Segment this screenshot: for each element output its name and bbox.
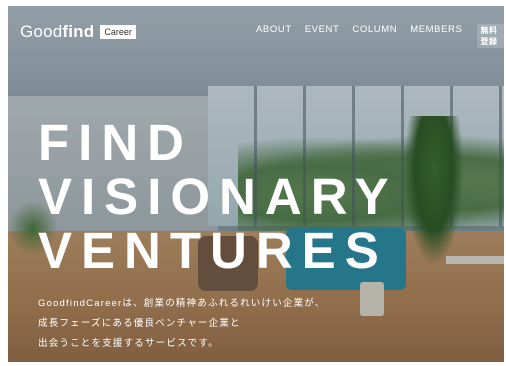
headline-line: VISIONARY: [38, 168, 398, 225]
hero-headline: FIND VISIONARY VENTURES: [38, 116, 398, 278]
nav-column[interactable]: COLUMN: [352, 24, 397, 48]
lead-line: 成長フェーズにある優良ベンチャー企業と: [38, 318, 241, 329]
hero-section: Goodfind Career ABOUT EVENT COLUMN MEMBE…: [8, 6, 504, 362]
nav-about[interactable]: ABOUT: [256, 24, 292, 48]
headline-line: VENTURES: [38, 222, 388, 279]
hero-lead: GoodfindCareerは、創業の精神あふれるれいけい企業が、 成長フェーズ…: [38, 294, 326, 354]
nav-members[interactable]: MEMBERS: [410, 24, 462, 48]
nav-event[interactable]: EVENT: [305, 24, 340, 48]
logo-badge: Career: [100, 25, 136, 39]
site-logo[interactable]: Goodfind Career: [20, 22, 136, 42]
logo-text: Goodfind: [20, 22, 95, 41]
headline-line: FIND: [38, 114, 193, 171]
lead-line: GoodfindCareerは、創業の精神あふれるれいけい企業が、: [38, 298, 326, 309]
lead-line: 出会うことを支援するサービスです。: [38, 338, 219, 349]
main-nav: ABOUT EVENT COLUMN MEMBERS 無料登録: [256, 24, 504, 48]
signup-button[interactable]: 無料登録: [477, 24, 504, 48]
